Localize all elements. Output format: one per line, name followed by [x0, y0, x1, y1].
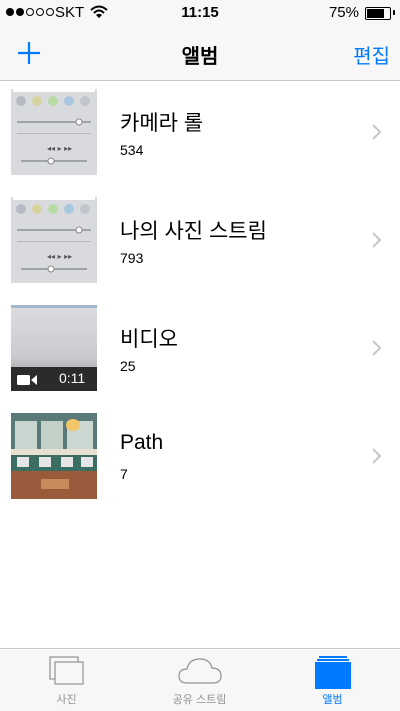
svg-text:◂◂ ▸ ▸▸: ◂◂ ▸ ▸▸ — [47, 252, 72, 261]
album-count: 25 — [120, 358, 136, 374]
chevron-right-icon — [372, 124, 382, 145]
chevron-right-icon — [372, 448, 382, 469]
album-list: ◂◂ ▸ ▸▸ 카메라 롤 534 ◂◂ ▸ ▸▸ 나의 사진 스트림 793 … — [0, 81, 400, 513]
chevron-right-icon — [372, 340, 382, 361]
navigation-bar: 앨범 편집 — [0, 26, 400, 81]
tab-albums[interactable]: 앨범 — [266, 649, 399, 711]
album-title: 카메라 롤 — [120, 112, 204, 135]
page-title: 앨범 — [181, 46, 219, 68]
album-row-camera-roll[interactable]: ◂◂ ▸ ▸▸ 카메라 롤 534 — [0, 81, 400, 189]
album-row-my-photo-stream[interactable]: ◂◂ ▸ ▸▸ 나의 사진 스트림 793 — [0, 189, 400, 297]
video-camera-icon — [17, 373, 37, 391]
album-count: 534 — [120, 142, 144, 158]
album-thumbnail — [11, 413, 97, 499]
battery-tip — [393, 10, 395, 15]
status-bar: SKT 11:15 75% — [0, 0, 400, 26]
chevron-right-icon — [372, 232, 382, 253]
photos-icon — [48, 656, 85, 691]
svg-text:◂◂ ▸ ▸▸: ◂◂ ▸ ▸▸ — [47, 144, 72, 153]
album-title: 비디오 — [120, 328, 178, 351]
battery-icon — [365, 7, 391, 20]
album-title: Path — [120, 431, 164, 454]
cloud-icon — [177, 656, 223, 691]
album-title: 나의 사진 스트림 — [120, 220, 267, 243]
albums-icon — [314, 656, 352, 695]
edit-button[interactable]: 편집 — [353, 40, 390, 69]
album-count: 7 — [120, 466, 128, 482]
tab-label: 앨범 — [322, 694, 343, 706]
album-count: 793 — [120, 250, 144, 266]
album-row-path[interactable]: Path 7 — [0, 405, 400, 513]
album-row-videos[interactable]: 0:11 비디오 25 — [0, 297, 400, 405]
tab-bar: 사진 공유 스트림 앨범 — [0, 648, 400, 711]
video-duration: 0:11 — [59, 370, 86, 386]
tab-label: 사진 — [56, 694, 77, 706]
tab-photos[interactable]: 사진 — [0, 649, 133, 711]
album-thumbnail: ◂◂ ▸ ▸▸ — [11, 197, 97, 283]
tab-shared-streams[interactable]: 공유 스트림 — [133, 649, 266, 711]
battery-percentage: 75% — [328, 4, 359, 21]
tab-label: 공유 스트림 — [172, 694, 227, 706]
album-thumbnail: ◂◂ ▸ ▸▸ — [11, 89, 97, 175]
